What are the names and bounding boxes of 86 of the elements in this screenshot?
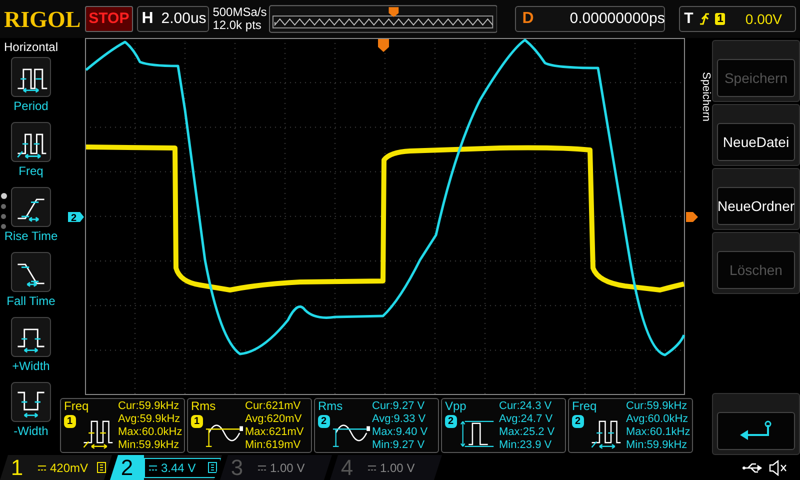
menu-title: Horizontal bbox=[4, 39, 58, 55]
dc-coupling-icon bbox=[148, 464, 158, 472]
channel-tab[interactable]: 1 420mV bbox=[0, 455, 112, 480]
trigger-position-marker bbox=[378, 39, 389, 52]
channel-tab[interactable]: 3 1.00 V bbox=[220, 455, 332, 480]
trigger-source-badge: 1 bbox=[715, 13, 726, 25]
channel-tab[interactable]: 4 1.00 V bbox=[330, 455, 442, 480]
measurement-name: Vpp bbox=[445, 400, 468, 413]
channel-number: 3 bbox=[230, 455, 244, 480]
measurement-value: Min:9.27 V bbox=[372, 439, 426, 452]
measurement-value: Max:60.1kHz bbox=[626, 426, 690, 439]
channel-scale: 1.00 V bbox=[270, 460, 306, 476]
measurement-name: Rms bbox=[318, 400, 344, 413]
edge-icon bbox=[699, 12, 710, 26]
channel-number: 2 bbox=[110, 455, 144, 480]
measurement-value: Avg:9.33 V bbox=[372, 413, 427, 426]
measurement-name: Freq bbox=[64, 400, 90, 413]
dc-coupling-icon bbox=[37, 464, 47, 472]
measurement-name: Rms bbox=[191, 400, 217, 413]
channel-tab[interactable]: 2 3.44 V bbox=[110, 455, 222, 480]
delay-value: 0.00000000ps bbox=[570, 8, 665, 29]
menu-button[interactable] bbox=[11, 122, 51, 162]
trigger-box[interactable]: T 1 0.00V bbox=[679, 6, 796, 32]
measurement-value: Max:25.2 V bbox=[499, 426, 555, 439]
measurement-value: Avg:60.0kHz bbox=[626, 413, 690, 426]
memory-depth: 12.0k pts bbox=[212, 19, 262, 32]
menu-button[interactable] bbox=[11, 57, 51, 97]
run-stop-button[interactable]: STOP bbox=[85, 6, 133, 32]
menu-label: Rise Time bbox=[4, 229, 58, 245]
channel-number: 1 bbox=[10, 455, 24, 480]
measurement-value: Min:59.9kHz bbox=[118, 439, 180, 452]
trigger-level: 0.00V bbox=[745, 10, 782, 28]
menu-title: Speichern bbox=[700, 71, 712, 124]
bandwidth-limit-icon bbox=[97, 462, 106, 473]
menu-label: +Width bbox=[12, 359, 50, 375]
channel-badge: 2 bbox=[572, 415, 584, 428]
brand-logo: RIGOL bbox=[4, 8, 82, 30]
trigger-level-marker bbox=[686, 212, 698, 222]
usb-icon bbox=[742, 462, 764, 474]
menu-button[interactable] bbox=[11, 252, 51, 292]
measurement-value: Min:59.9kHz bbox=[626, 439, 688, 452]
menu-button[interactable]: NeueOrdner bbox=[717, 187, 795, 225]
measurement-value: Cur:59.9kHz bbox=[626, 400, 688, 413]
menu-label: -Width bbox=[14, 424, 48, 440]
measurement-value: Avg:59.9kHz bbox=[118, 413, 182, 426]
menu-button[interactable] bbox=[717, 412, 795, 450]
menu-button[interactable] bbox=[11, 317, 51, 357]
menu-button[interactable] bbox=[11, 382, 51, 422]
measurement-value: Cur:59.9kHz bbox=[118, 400, 180, 413]
channel-scale: 1.00 V bbox=[380, 460, 416, 476]
measurement-value: Avg:24.7 V bbox=[499, 413, 554, 426]
timebase-label: H bbox=[142, 9, 154, 29]
menu-button[interactable]: NeueDatei bbox=[717, 123, 795, 161]
channel-badge: 1 bbox=[64, 415, 76, 428]
measurement-value: Cur:621mV bbox=[245, 400, 302, 413]
measurement-value: Max:60.0kHz bbox=[118, 426, 182, 439]
trigger-label: T bbox=[684, 8, 694, 29]
measurement-value: Min:23.9 V bbox=[499, 439, 553, 452]
timebase-value: 2.00us bbox=[161, 8, 206, 29]
channel-badge: 2 bbox=[445, 415, 457, 428]
bandwidth-limit-icon bbox=[208, 462, 217, 473]
measurement-value: Cur:24.3 V bbox=[499, 400, 553, 413]
channel-badge: 2 bbox=[318, 415, 330, 428]
measurement-value: Min:619mV bbox=[245, 439, 302, 452]
menu-button[interactable] bbox=[11, 187, 51, 227]
measurement-value: Cur:9.27 V bbox=[372, 400, 426, 413]
channel-offset-marker: 2 bbox=[68, 212, 84, 224]
timebase-box[interactable]: H 2.00us bbox=[136, 6, 209, 32]
channel-number: 4 bbox=[340, 455, 354, 480]
mute-icon bbox=[768, 460, 788, 476]
menu-label: Period bbox=[14, 99, 48, 115]
measurement-value: Avg:620mV bbox=[245, 413, 303, 426]
measurement-value: Max:621mV bbox=[245, 426, 304, 439]
delay-label: D bbox=[522, 9, 534, 29]
channel-badge: 1 bbox=[191, 415, 203, 428]
delay-box[interactable]: D 0.00000000ps bbox=[515, 6, 666, 32]
dc-coupling-icon bbox=[257, 464, 267, 472]
channel-scale: 420mV bbox=[50, 460, 90, 476]
measurement-value: Max:9.40 V bbox=[372, 426, 428, 439]
menu-label: Fall Time bbox=[6, 294, 56, 310]
menu-label: Freq bbox=[18, 164, 44, 180]
measurement-name: Freq bbox=[572, 400, 598, 413]
dc-coupling-icon bbox=[367, 464, 377, 472]
return-icon bbox=[738, 420, 774, 442]
sample-rate: 500MSa/s bbox=[212, 6, 265, 19]
channel-scale: 3.44 V bbox=[161, 460, 197, 476]
